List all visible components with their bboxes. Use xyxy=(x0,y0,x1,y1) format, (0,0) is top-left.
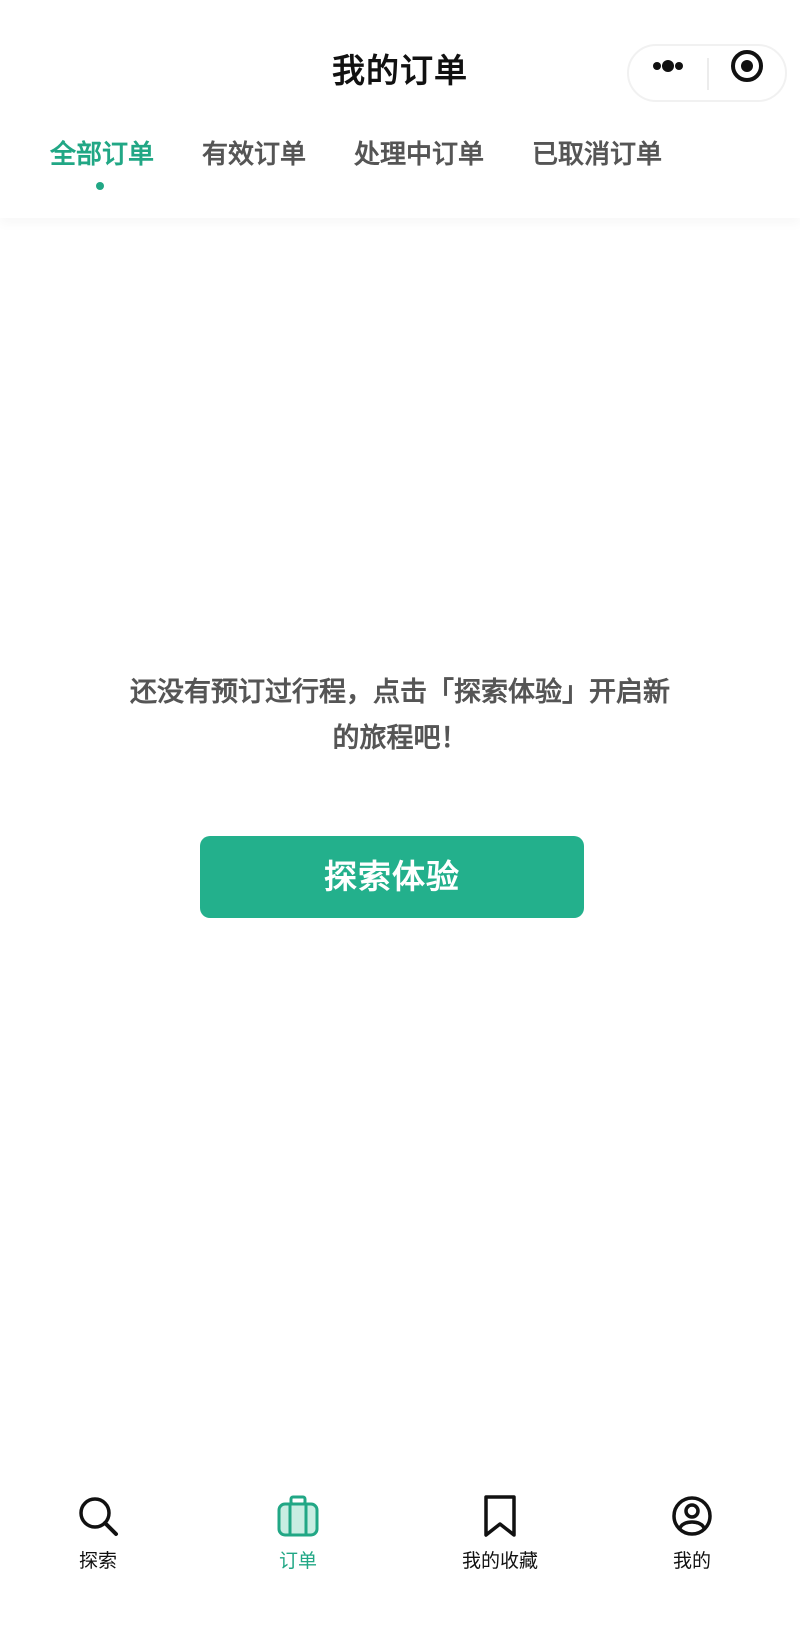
more-button[interactable] xyxy=(629,46,707,100)
bookmark-icon xyxy=(484,1495,516,1537)
tab-all-orders[interactable]: 全部订单 xyxy=(50,128,154,218)
tab-label: 有效订单 xyxy=(202,140,307,170)
tabbar-item-explore[interactable]: 探索 xyxy=(38,1480,158,1590)
tab-label: 处理中订单 xyxy=(354,140,485,170)
tab-cancelled-orders[interactable]: 已取消订单 xyxy=(532,128,662,218)
tabbar-label: 探索 xyxy=(78,1550,117,1572)
empty-state-line-1: 还没有预订过行程，点击「探索体验」开启新 xyxy=(130,677,670,708)
empty-state-message: 还没有预订过行程，点击「探索体验」开启新 的旅程吧！ xyxy=(100,670,700,762)
close-mini-program-button[interactable] xyxy=(709,46,785,100)
orders-page: 我的订单 全部订单 有效订单 处理中订单 已取消订单 还没有预订过行程，点击「探… xyxy=(0,0,800,1632)
tab-label: 已取消订单 xyxy=(532,140,663,170)
search-icon xyxy=(79,1497,118,1536)
user-circle-icon xyxy=(672,1496,712,1536)
tabbar-item-orders[interactable]: 订单 xyxy=(238,1480,358,1590)
tabbar-item-profile[interactable]: 我的 xyxy=(632,1480,752,1590)
tab-processing-orders[interactable]: 处理中订单 xyxy=(354,128,484,218)
tabbar-label: 订单 xyxy=(278,1550,317,1572)
mini-program-capsule xyxy=(627,44,787,102)
navigation-header: 我的订单 xyxy=(0,0,800,128)
tab-valid-orders[interactable]: 有效订单 xyxy=(202,128,306,218)
tab-label: 全部订单 xyxy=(50,140,155,170)
target-close-icon xyxy=(731,50,763,82)
luggage-icon xyxy=(277,1495,319,1537)
tabbar-label: 我的 xyxy=(672,1550,711,1572)
bottom-tab-bar: 探索 订单 我的收藏 我的 xyxy=(0,1480,800,1632)
empty-state-line-2: 的旅程吧！ xyxy=(332,723,468,754)
explore-experience-button[interactable]: 探索体验 xyxy=(200,836,584,918)
order-tabs: 全部订单 有效订单 处理中订单 已取消订单 xyxy=(0,128,800,218)
more-dots-icon xyxy=(653,60,683,72)
active-tab-indicator xyxy=(96,182,104,190)
tabbar-item-favorites[interactable]: 我的收藏 xyxy=(440,1480,560,1590)
tabbar-label: 我的收藏 xyxy=(461,1550,538,1572)
